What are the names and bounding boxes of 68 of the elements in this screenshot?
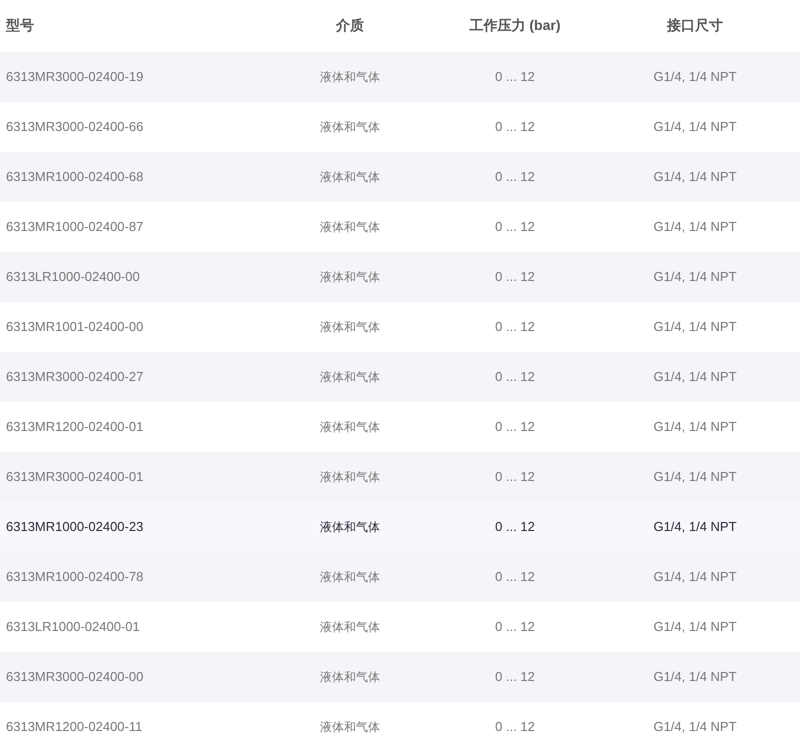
table-cell: 6313MR1000-02400-23 bbox=[6, 519, 144, 534]
table-cell: 液体和气体 bbox=[320, 720, 380, 734]
table-cell: 6313MR1200-02400-11 bbox=[6, 719, 142, 734]
table-cell: 液体和气体 bbox=[320, 270, 380, 284]
column-header: 介质 bbox=[336, 17, 364, 33]
table-cell: G1/4, 1/4 NPT bbox=[653, 619, 737, 634]
table-cell: 6313LR1000-02400-00 bbox=[6, 269, 140, 284]
table-cell: 0 ... 12 bbox=[495, 719, 535, 734]
table-cell: 液体和气体 bbox=[320, 120, 380, 134]
table-cell: 6313MR3000-02400-27 bbox=[6, 369, 144, 384]
table-cell: 6313MR1000-02400-87 bbox=[6, 219, 144, 234]
table-row[interactable]: 6313LR1000-02400-00 液体和气体 0 ... 12 G1/4, 1/4 NPT bbox=[0, 252, 800, 302]
table-row[interactable]: 6313MR1000-02400-23 液体和气体 0 ... 12 G1/4, 1/4 NPT bbox=[0, 502, 800, 552]
table-cell: 6313MR3000-02400-66 bbox=[6, 119, 144, 134]
table-cell: 0 ... 12 bbox=[495, 169, 535, 184]
table-cell: 6313MR1000-02400-78 bbox=[6, 569, 144, 584]
table-cell: 液体和气体 bbox=[320, 670, 380, 684]
column-header: 接口尺寸 bbox=[667, 17, 723, 33]
table-cell: 6313MR3000-02400-01 bbox=[6, 469, 144, 484]
table-row[interactable]: 6313MR3000-02400-00 液体和气体 0 ... 12 G1/4, 1/4 NPT bbox=[0, 652, 800, 702]
table-cell: 0 ... 12 bbox=[495, 569, 535, 584]
table-cell: 6313MR1000-02400-68 bbox=[6, 169, 144, 184]
table-cell: G1/4, 1/4 NPT bbox=[653, 419, 737, 434]
table-cell: G1/4, 1/4 NPT bbox=[653, 569, 737, 584]
table-cell: 0 ... 12 bbox=[495, 419, 535, 434]
table-cell: G1/4, 1/4 NPT bbox=[653, 469, 737, 484]
table-cell: G1/4, 1/4 NPT bbox=[653, 119, 737, 134]
table-cell: G1/4, 1/4 NPT bbox=[653, 169, 737, 184]
table-cell: G1/4, 1/4 NPT bbox=[653, 719, 737, 734]
table-cell: 6313MR1001-02400-00 bbox=[6, 319, 144, 334]
table-cell: G1/4, 1/4 NPT bbox=[653, 269, 737, 284]
table-cell: 6313MR1200-02400-01 bbox=[6, 419, 144, 434]
table-cell: 0 ... 12 bbox=[495, 319, 535, 334]
column-header: 工作压力 (bar) bbox=[470, 17, 560, 33]
table-cell: 液体和气体 bbox=[320, 70, 380, 84]
table-cell: 液体和气体 bbox=[320, 420, 380, 434]
table-cell: 6313MR3000-02400-19 bbox=[6, 69, 144, 84]
table-cell: 液体和气体 bbox=[320, 620, 380, 634]
table-cell: 0 ... 12 bbox=[495, 219, 535, 234]
table-cell: 液体和气体 bbox=[320, 220, 380, 234]
table-cell: 液体和气体 bbox=[320, 370, 380, 384]
table-cell: 0 ... 12 bbox=[495, 269, 535, 284]
table-cell: G1/4, 1/4 NPT bbox=[653, 319, 737, 334]
table-cell: 液体和气体 bbox=[320, 520, 380, 534]
table-row[interactable]: 6313MR3000-02400-19 液体和气体 0 ... 12 G1/4, 1/4 NPT bbox=[0, 52, 800, 102]
table-cell: G1/4, 1/4 NPT bbox=[653, 669, 737, 684]
table-cell: 0 ... 12 bbox=[495, 619, 535, 634]
table-cell: 0 ... 12 bbox=[495, 669, 535, 684]
table-cell: G1/4, 1/4 NPT bbox=[653, 369, 737, 384]
table-cell: 6313MR3000-02400-00 bbox=[6, 669, 144, 684]
table-cell: 6313LR1000-02400-01 bbox=[6, 619, 140, 634]
table-cell: 0 ... 12 bbox=[495, 119, 535, 134]
table-cell: G1/4, 1/4 NPT bbox=[653, 519, 737, 534]
table-cell: 液体和气体 bbox=[320, 570, 380, 584]
table-row[interactable]: 6313MR1000-02400-68 液体和气体 0 ... 12 G1/4, 1/4 NPT bbox=[0, 152, 800, 202]
column-header: 型号 bbox=[6, 17, 34, 33]
table-cell: 0 ... 12 bbox=[495, 469, 535, 484]
table-row[interactable]: 6313MR3000-02400-27 液体和气体 0 ... 12 G1/4, 1/4 NPT bbox=[0, 352, 800, 402]
table-row[interactable]: 6313MR3000-02400-01 液体和气体 0 ... 12 G1/4, 1/4 NPT bbox=[0, 452, 800, 502]
table-cell: 液体和气体 bbox=[320, 320, 380, 334]
table-cell: 0 ... 12 bbox=[495, 69, 535, 84]
table-cell: 液体和气体 bbox=[320, 170, 380, 184]
table-cell: G1/4, 1/4 NPT bbox=[653, 219, 737, 234]
table-cell: 0 ... 12 bbox=[495, 369, 535, 384]
table-cell: G1/4, 1/4 NPT bbox=[653, 69, 737, 84]
table-cell: 0 ... 12 bbox=[495, 519, 535, 534]
table-cell: 液体和气体 bbox=[320, 470, 380, 484]
table-row[interactable]: 6313MR1000-02400-78 液体和气体 0 ... 12 G1/4, 1/4 NPT bbox=[0, 552, 800, 602]
